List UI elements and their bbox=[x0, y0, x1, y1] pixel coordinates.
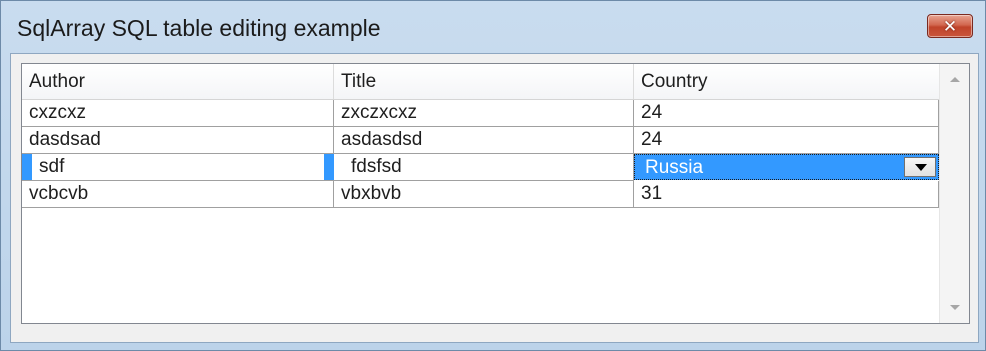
title-bar[interactable]: SqlArray SQL table editing example ✕ bbox=[1, 1, 985, 53]
data-grid[interactable]: Author Title Country cxzcxz zxczxcxz 24 … bbox=[21, 63, 970, 324]
cell-title[interactable]: fdsfsd bbox=[334, 154, 634, 181]
grid-header: Author Title Country bbox=[22, 64, 939, 100]
vertical-scrollbar[interactable] bbox=[939, 64, 969, 323]
table-row-selected[interactable]: sdf fdsfsd Russia bbox=[22, 154, 939, 181]
client-area: Author Title Country cxzcxz zxczxcxz 24 … bbox=[10, 53, 979, 343]
table-row[interactable]: cxzcxz zxczxcxz 24 bbox=[22, 100, 939, 127]
scroll-up-button[interactable] bbox=[940, 64, 969, 94]
chevron-down-icon bbox=[915, 164, 927, 171]
table-row[interactable]: dasdsad asdasdsd 24 bbox=[22, 127, 939, 154]
cell-author[interactable]: dasdsad bbox=[22, 127, 334, 154]
table-row[interactable]: vcbcvb vbxbvb 31 bbox=[22, 181, 939, 208]
cell-country[interactable]: 24 bbox=[634, 127, 939, 154]
country-dropdown-value: Russia bbox=[645, 157, 704, 178]
selection-marker bbox=[324, 154, 334, 180]
column-header-title[interactable]: Title bbox=[334, 64, 634, 99]
scroll-down-icon bbox=[950, 305, 960, 310]
scroll-up-icon bbox=[950, 77, 960, 82]
cell-country[interactable]: 24 bbox=[634, 100, 939, 127]
cell-author[interactable]: cxzcxz bbox=[22, 100, 334, 127]
close-button[interactable]: ✕ bbox=[927, 14, 973, 38]
close-icon: ✕ bbox=[942, 16, 958, 36]
cell-title[interactable]: asdasdsd bbox=[334, 127, 634, 154]
column-header-author[interactable]: Author bbox=[22, 64, 334, 99]
cell-author[interactable]: vcbcvb bbox=[22, 181, 334, 208]
cell-title[interactable]: vbxbvb bbox=[334, 181, 634, 208]
cell-country[interactable]: 31 bbox=[634, 181, 939, 208]
window-title: SqlArray SQL table editing example bbox=[17, 15, 381, 41]
cell-author[interactable]: sdf bbox=[22, 154, 334, 181]
country-dropdown[interactable]: Russia bbox=[634, 154, 939, 180]
dialog-window: SqlArray SQL table editing example ✕ Aut… bbox=[0, 0, 986, 351]
dropdown-button[interactable] bbox=[904, 157, 936, 177]
cell-title[interactable]: zxczxcxz bbox=[334, 100, 634, 127]
scroll-down-button[interactable] bbox=[940, 293, 969, 323]
column-header-country[interactable]: Country bbox=[634, 64, 939, 99]
